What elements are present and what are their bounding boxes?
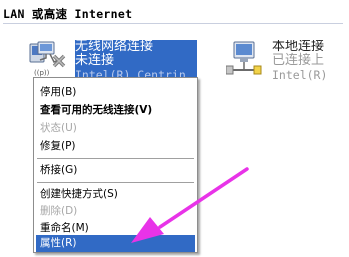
- connection-status: 已连接上: [272, 53, 325, 68]
- local-connection-label[interactable]: 本地连接 已连接上 Intel(R): [272, 40, 348, 82]
- menu-item-create-shortcut[interactable]: 创建快捷方式(S): [36, 186, 195, 203]
- local-area-connection-icon[interactable]: [225, 40, 266, 78]
- connection-status: 未连接: [75, 53, 115, 68]
- connection-device: Intel(R): [272, 68, 328, 82]
- menu-item-disable[interactable]: 停用(B): [36, 84, 195, 101]
- wireless-connection-icon[interactable]: ((p)): [28, 40, 68, 78]
- connection-name: 无线网络连接: [75, 40, 154, 54]
- menu-separator: [37, 182, 194, 183]
- connection-name: 本地连接: [272, 40, 325, 54]
- svg-text:((p)): ((p)): [34, 69, 50, 77]
- menu-item-repair[interactable]: 修复(P): [36, 138, 195, 155]
- context-menu: 停用(B) 查看可用的无线连接(V) 状态(U) 修复(P) 桥接(G) 创建快…: [33, 77, 198, 253]
- menu-item-view-wireless[interactable]: 查看可用的无线连接(V): [36, 102, 195, 119]
- menu-item-delete: 删除(D): [40, 205, 78, 217]
- menu-item-bridge[interactable]: 桥接(G): [36, 162, 195, 179]
- section-divider: [3, 23, 343, 24]
- section-header: LAN 或高速 Internet: [3, 7, 133, 21]
- menu-item-properties[interactable]: 属性(R): [36, 235, 195, 252]
- menu-separator: [37, 158, 194, 159]
- menu-item-status: 状态(U): [40, 122, 77, 134]
